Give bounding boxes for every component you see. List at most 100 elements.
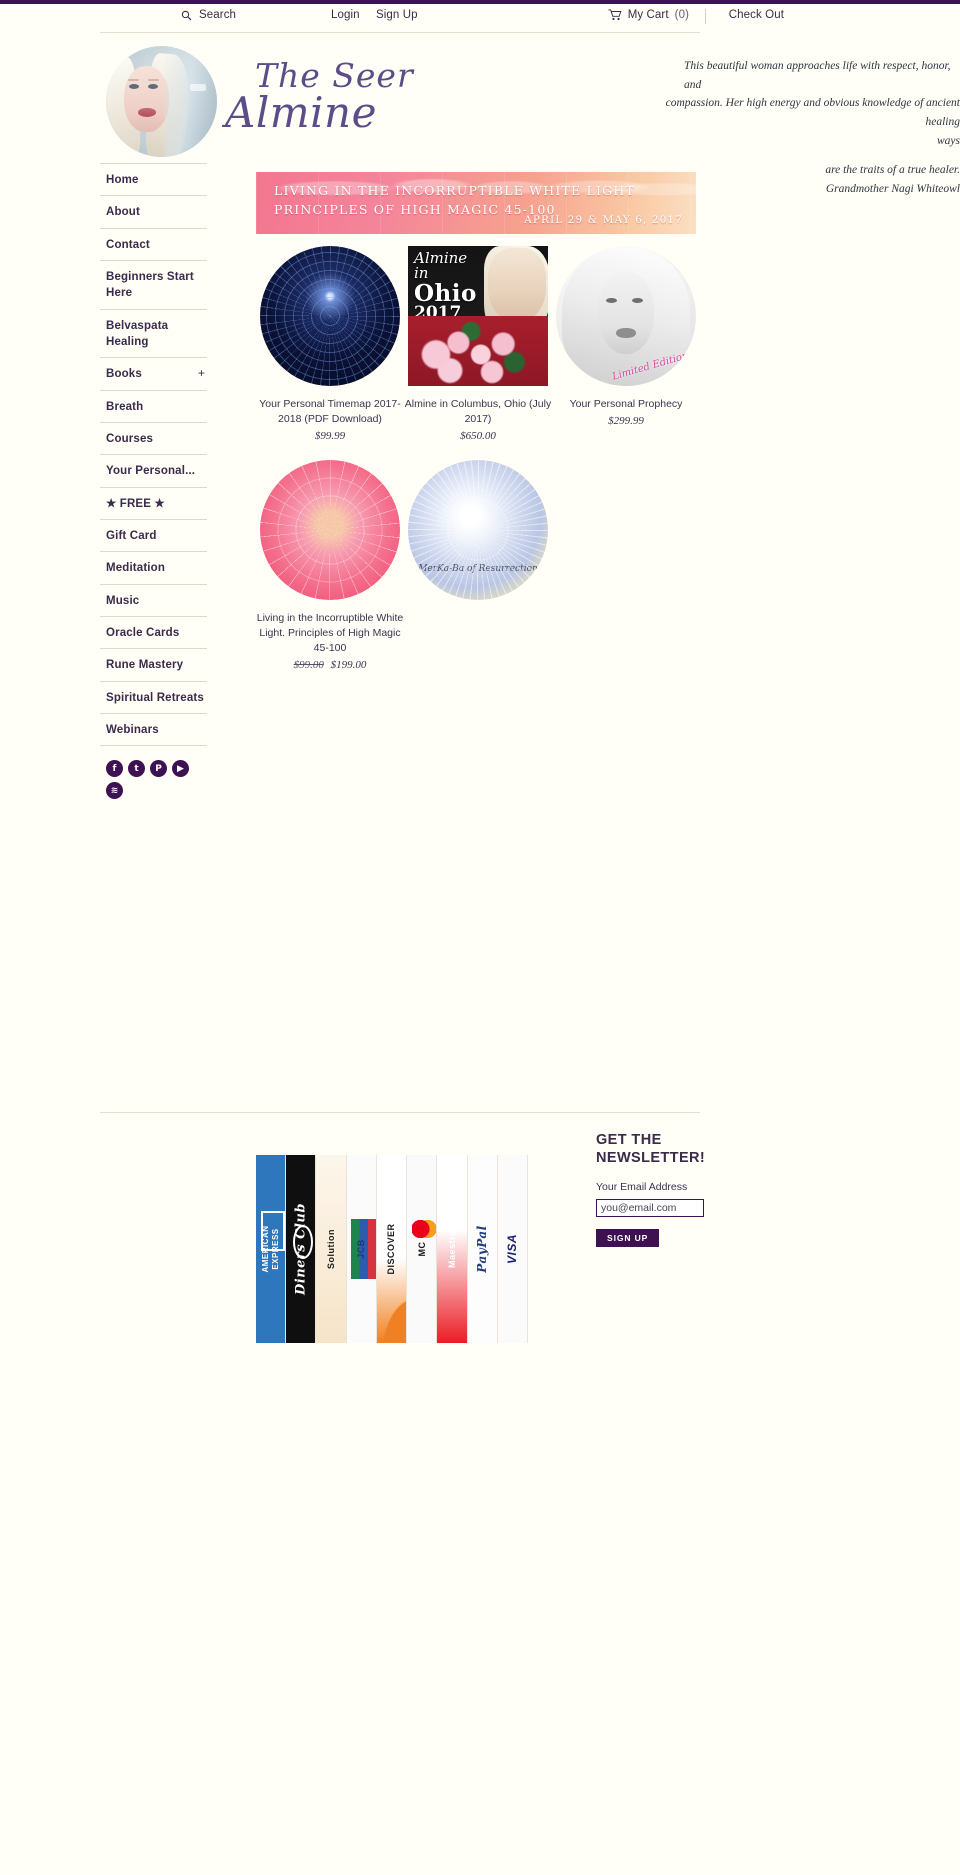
payment-label: Diners Club [293, 1203, 309, 1295]
sidebar-item-contact[interactable]: Contact [100, 227, 207, 260]
product-thumbnail-white-light-wheel[interactable] [260, 459, 400, 600]
checkout-link[interactable]: Check Out [729, 9, 784, 21]
promo-banner-line-2: PRINCIPLES OF HIGH MAGIC 45-100 [274, 202, 556, 217]
login-link[interactable]: Login [331, 9, 360, 21]
newsletter-email-input[interactable] [596, 1199, 704, 1218]
sidebar-item-oracle-cards[interactable]: Oracle Cards [100, 615, 207, 648]
sidebar-label: Beginners Start Here [106, 270, 194, 300]
sidebar-label: Courses [106, 432, 154, 445]
cart-label: My Cart [627, 9, 669, 21]
product-price: $299.99 [608, 414, 644, 427]
product-title[interactable]: Living in the Incorruptible White Light.… [256, 611, 404, 656]
sidebar-label: Meditation [106, 562, 165, 575]
sidebar-item-rune-mastery[interactable]: Rune Mastery [100, 648, 207, 680]
sidebar-bottom-rule [100, 745, 207, 747]
twitter-glyph: t [134, 763, 139, 774]
signup-link[interactable]: Sign Up [376, 9, 418, 21]
payment-label: Maestro [446, 1229, 457, 1269]
twitter-icon[interactable]: t [128, 760, 145, 778]
youtube-glyph: ▶ [177, 763, 184, 774]
search-icon [181, 10, 192, 21]
product-card: Limited Edition Your Personal Prophecy $… [552, 246, 700, 442]
brand-line-almine: Almine [225, 88, 377, 138]
product-price: $99.99 [314, 429, 346, 442]
sidebar-item-webinars[interactable]: Webinars [100, 712, 207, 745]
promo-banner-dates: APRIL 29 & MAY 6, 2017 [524, 214, 683, 226]
sidebar-item-beginners-start-here[interactable]: Beginners Start Here [100, 259, 207, 309]
product-thumbnail-ohio[interactable]: Almine in Ohio 2017 [408, 246, 548, 386]
payment-icon-discover-solution: Solution [316, 1155, 347, 1343]
pinterest-icon[interactable]: P [150, 760, 167, 778]
portrait-sheen [164, 46, 217, 157]
product-title[interactable]: Almine in Columbus, Ohio (July 2017) [404, 397, 552, 427]
payment-icon-mastercard: MC [407, 1155, 438, 1343]
payment-label: DISCOVER [386, 1223, 397, 1275]
newsletter-signup: GET THE NEWSLETTER! Your Email Address S… [596, 1132, 756, 1248]
sidebar-item-free[interactable]: ★ FREE ★ [100, 486, 207, 519]
thumbnail-caption: MerKa-Ba of Resurrection [418, 563, 538, 574]
facebook-icon[interactable]: f [106, 760, 123, 778]
payment-icon-american-express: AMERICAN EXPRESS [256, 1155, 287, 1343]
sidebar-item-spiritual-retreats[interactable]: Spiritual Retreats [100, 680, 207, 713]
product-price: $650.00 [460, 429, 496, 442]
sidebar-label: Contact [106, 238, 150, 251]
product-grid: Your Personal Timemap 2017-2018 (PDF Dow… [256, 246, 700, 671]
product-thumbnail-prophecy[interactable]: Limited Edition [556, 246, 696, 386]
product-price: $99.00 $199.00 [256, 659, 404, 671]
search-label: Search [199, 9, 237, 21]
product-title[interactable]: Your Personal Prophecy [552, 397, 700, 412]
thumbnail-text: Almine in Ohio 2017 [414, 250, 477, 322]
payment-icon-jcb: JCB [346, 1155, 377, 1343]
product-card: Almine in Ohio 2017 Almine in Columbus, … [404, 246, 552, 442]
product-thumbnail-timemap[interactable] [260, 246, 400, 386]
sidebar-item-belvaspata-healing[interactable]: Belvaspata Healing [100, 308, 207, 358]
footer-divider [100, 1112, 700, 1113]
promo-banner-line-1: LIVING IN THE INCORRUPTIBLE WHITE LIGHT [274, 183, 635, 198]
sidebar-label: ★ FREE ★ [106, 497, 165, 510]
social-links: f t P ▶ ≋ [100, 760, 196, 800]
payment-label: PayPal [475, 1225, 490, 1273]
payment-icon-diners-club: Diners Club [286, 1155, 317, 1343]
site-logo-portrait[interactable] [106, 46, 217, 157]
sidebar-item-courses[interactable]: Courses [100, 421, 207, 454]
brand-wordmark[interactable]: The Seer Almine [225, 59, 455, 138]
expand-plus-icon[interactable]: + [198, 365, 205, 382]
payment-label: MC [416, 1241, 427, 1257]
sidebar-item-home[interactable]: Home [100, 163, 207, 195]
product-card: Your Personal Timemap 2017-2018 (PDF Dow… [256, 246, 404, 442]
sidebar-item-gift-card[interactable]: Gift Card [100, 518, 207, 551]
utility-bar: Search Login Sign Up My Cart (0) Check O… [0, 4, 960, 32]
search-link[interactable]: Search [181, 9, 236, 21]
product-price-sale: $199.00 [330, 658, 367, 671]
sidebar-label: Music [106, 594, 140, 607]
sidebar-label: Rune Mastery [106, 659, 184, 672]
testimonial-line-1: This beautiful woman approaches life wit… [684, 60, 951, 91]
payment-label: Solution [326, 1229, 337, 1269]
product-title[interactable]: Your Personal Timemap 2017-2018 (PDF Dow… [256, 397, 404, 427]
payment-icon-discover: DISCOVER [376, 1155, 408, 1343]
sidebar-item-breath[interactable]: Breath [100, 389, 207, 422]
rss-icon[interactable]: ≋ [106, 782, 123, 800]
sidebar-item-your-personal[interactable]: Your Personal... [100, 454, 207, 486]
sidebar-navigation: Home About Contact Beginners Start Here … [100, 163, 207, 800]
newsletter-field-label: Your Email Address [596, 1181, 688, 1194]
youtube-icon[interactable]: ▶ [172, 760, 189, 778]
sidebar-label: About [106, 206, 140, 219]
sidebar-item-meditation[interactable]: Meditation [100, 551, 207, 583]
newsletter-signup-button[interactable]: SIGN UP [596, 1229, 660, 1248]
sidebar-item-music[interactable]: Music [100, 583, 207, 616]
product-card: MerKa-Ba of Resurrection [404, 459, 552, 671]
utility-divider [705, 9, 706, 24]
sidebar-item-books[interactable]: Books + [100, 357, 207, 389]
rss-glyph: ≋ [110, 785, 119, 796]
promo-banner[interactable]: LIVING IN THE INCORRUPTIBLE WHITE LIGHT … [256, 172, 696, 234]
payment-icon-paypal: PayPal [467, 1155, 498, 1343]
sidebar-label: Webinars [106, 723, 159, 736]
shopping-cart-icon [608, 9, 622, 21]
product-thumbnail-merkaba[interactable]: MerKa-Ba of Resurrection [408, 459, 548, 600]
product-card: Living in the Incorruptible White Light.… [256, 459, 404, 671]
sidebar-item-about[interactable]: About [100, 195, 207, 227]
cart-link[interactable]: My Cart (0) [608, 9, 689, 21]
sidebar-label: Home [106, 174, 139, 186]
sidebar-label: Your Personal... [106, 465, 196, 478]
